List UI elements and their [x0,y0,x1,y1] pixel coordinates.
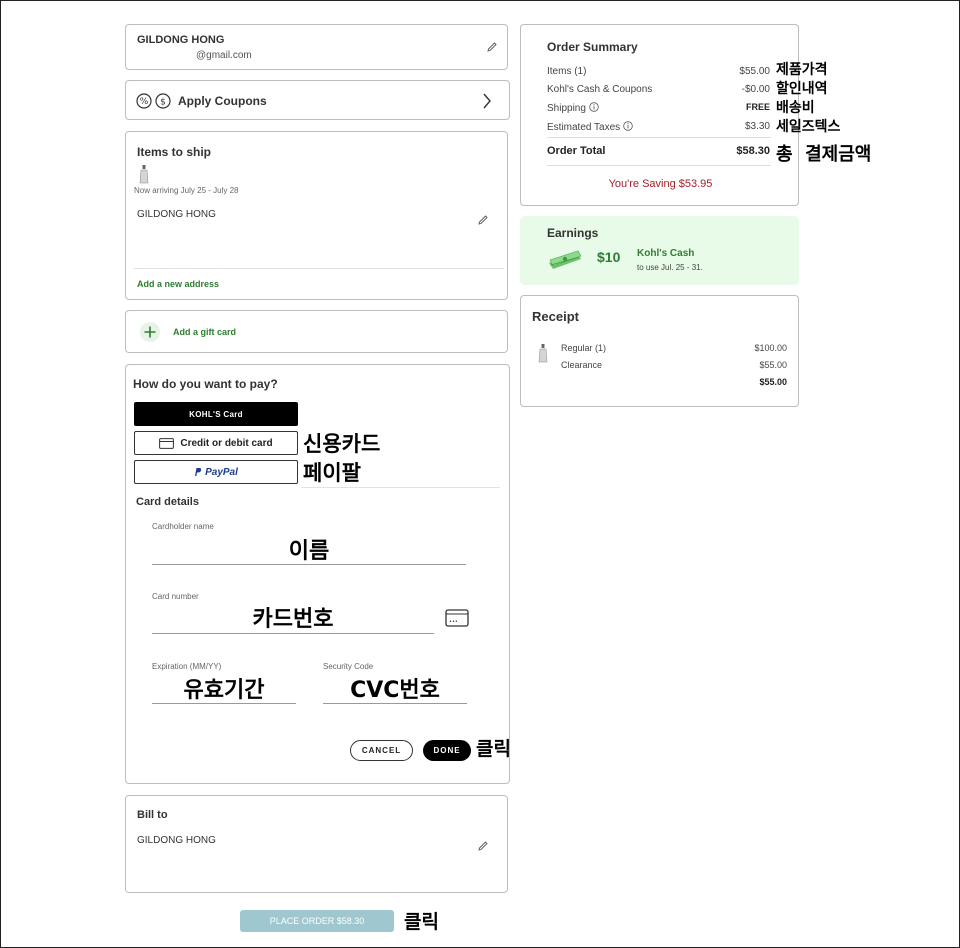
annotation-product-price: 제품가격 [776,62,828,78]
annotation-paypal: 페이팔 [303,461,361,485]
edit-account-icon[interactable] [486,41,498,53]
place-order-label: PLACE ORDER $58.30 [269,916,365,926]
apply-coupons-button[interactable]: % $ Apply Coupons [125,80,510,120]
credit-debit-button[interactable]: Credit or debit card [134,431,298,455]
bill-to-title: Bill to [137,809,168,821]
annotation-sales-tax: 세일즈텍스 [776,119,841,135]
receipt-card: Receipt Regular (1) $100.00 Clearance $5… [520,295,799,407]
kohls-card-button[interactable]: KOHL'S Card [134,402,298,426]
cash-stack-icon [547,249,583,271]
percent-icon: % [136,93,152,109]
bill-to-name: GILDONG HONG [137,835,216,846]
arrival-date: Now arriving July 25 - July 28 [134,186,239,195]
saving-text: You're Saving $53.95 [608,178,713,190]
info-icon[interactable] [589,102,599,112]
card-number-label: Card number [152,592,199,601]
earnings-title: Earnings [547,226,599,240]
cardholder-underline [152,564,466,565]
order-summary-card: Order Summary Items (1) $55.00 Kohl's Ca… [520,24,799,206]
kohls-card-label: KOHL'S Card [189,409,243,419]
earnings-amount: $10 [597,249,621,265]
divider [547,165,771,166]
ship-address-name: GILDONG HONG [137,209,216,220]
items-to-ship-title: Items to ship [137,145,212,159]
security-code-input[interactable]: CVC번호 [323,672,467,703]
account-email: @gmail.com [196,50,252,61]
svg-text:$: $ [160,98,166,108]
summary-row-coupons: Kohl's Cash & Coupons -$0.00 [547,84,770,95]
credit-card-icon [159,437,175,449]
cancel-label: CANCEL [361,746,402,755]
receipt-clearance-value: $55.00 [759,360,787,370]
info-icon[interactable] [623,121,633,131]
apply-coupons-label: Apply Coupons [178,94,267,108]
expiration-underline [152,703,296,704]
earnings-card: Earnings $10 Kohl's Cash to use Jul. 25 … [520,216,799,285]
edit-address-icon[interactable] [477,214,489,226]
card-number-underline [152,633,434,634]
divider [547,137,771,138]
receipt-total-value: $55.00 [759,377,787,387]
done-button[interactable]: DONE [423,740,471,761]
card-details-title: Card details [136,496,199,508]
credit-debit-label: Credit or debit card [180,437,273,449]
annotation-shipping: 배송비 [776,100,815,116]
receipt-regular-label: Regular (1) [561,343,607,353]
kohls-cash-note: to use Jul. 25 - 31. [637,263,703,272]
summary-row-taxes: Estimated Taxes $3.30 [547,121,770,133]
receipt-title: Receipt [532,309,579,324]
order-summary-title: Order Summary [547,40,638,54]
dollar-icon: $ [155,93,171,109]
expiration-input[interactable]: 유효기간 [152,672,296,703]
summary-row-items: Items (1) $55.00 [547,66,770,77]
card-number-input[interactable]: 카드번호 [152,601,434,632]
items-to-ship-card: Items to ship Now arriving July 25 - Jul… [125,131,508,300]
cardholder-input[interactable]: 이름 [152,533,466,564]
divider [302,487,500,488]
divider [134,268,504,269]
cancel-button[interactable]: CANCEL [350,740,413,761]
kohls-cash-label: Kohl's Cash [637,248,695,259]
paypal-label: PayPal [205,466,238,478]
chevron-right-icon [482,93,492,109]
bill-to-card: Bill to GILDONG HONG [125,795,508,893]
receipt-clearance-label: Clearance [561,360,603,370]
security-code-underline [323,703,467,704]
add-gift-card-label: Add a gift card [173,327,237,337]
place-order-button[interactable]: PLACE ORDER $58.30 [240,910,394,932]
annotation-click-place-order: 클릭 [404,911,439,933]
add-address-link[interactable]: Add a new address [137,279,219,289]
plus-icon [139,321,161,343]
annotation-total: 총 결제금액 [776,144,872,165]
paypal-logo-icon [194,467,202,477]
payment-title: How do you want to pay? [133,377,278,391]
annotation-credit-card: 신용카드 [303,432,381,456]
payment-card: How do you want to pay? KOHL'S Card Cred… [125,364,510,784]
annotation-click-done: 클릭 [476,738,511,760]
product-thumbnail [537,343,549,363]
card-icon: ••• [445,609,469,627]
svg-text:•••: ••• [449,619,458,625]
account-card: GILDONG HONG @gmail.com [125,24,508,70]
summary-row-total: Order Total $58.30 [547,145,770,157]
edit-billing-icon[interactable] [477,840,489,852]
security-code-label: Security Code [323,662,374,671]
cardholder-label: Cardholder name [152,522,214,531]
expiration-label: Expiration (MM/YY) [152,662,222,671]
product-thumbnail [138,164,150,184]
summary-row-shipping: Shipping FREE [547,102,770,114]
svg-text:%: % [140,97,149,107]
add-gift-card-button[interactable]: Add a gift card [125,310,508,353]
done-label: DONE [433,746,461,755]
annotation-discount: 할인내역 [776,81,828,97]
account-name: GILDONG HONG [137,34,225,46]
paypal-button[interactable]: PayPal [134,460,298,484]
receipt-regular-value: $100.00 [754,343,787,353]
